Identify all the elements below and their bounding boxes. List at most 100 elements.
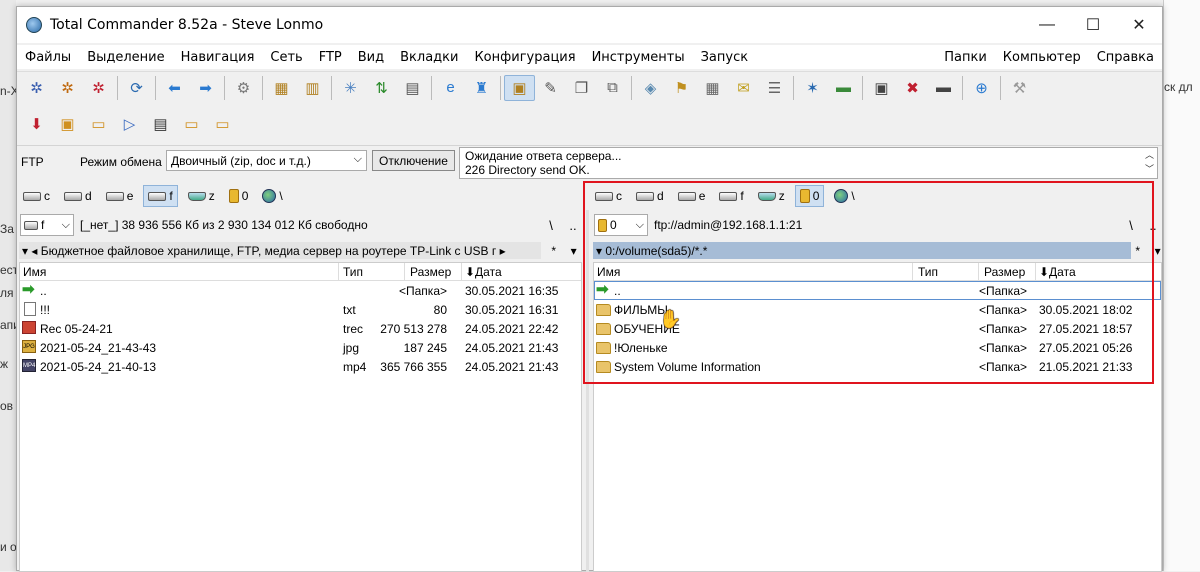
parent-button[interactable]: .. (562, 218, 584, 233)
move-file-button[interactable]: ⧉ (597, 75, 628, 101)
forward-button[interactable]: ➡ (190, 75, 221, 101)
log-scrollbar[interactable]: ︿ ﹀ (1142, 148, 1157, 178)
refresh-button[interactable]: ⟳ (121, 75, 152, 101)
drive-button-f[interactable]: f (143, 185, 178, 207)
drive-button-d[interactable]: d (632, 185, 668, 207)
select-button[interactable]: ✳ (335, 75, 366, 101)
drive-button-0[interactable]: 0 (225, 185, 253, 207)
view-file-button[interactable]: ▣ (504, 74, 535, 101)
globe-button[interactable]: ⊕ (966, 75, 997, 101)
notes-button[interactable]: ✉ (728, 75, 759, 101)
menu-view[interactable]: Вид (350, 50, 392, 65)
drive-button-d[interactable]: d (60, 185, 96, 207)
file-row[interactable]: System Volume Information <Папка> 21.05.20… (594, 357, 1161, 376)
back-button[interactable]: ⬅ (159, 75, 190, 101)
calc-button[interactable]: ▦ (697, 75, 728, 101)
drive-button-e[interactable]: e (102, 185, 138, 207)
col-size[interactable]: Размер (984, 265, 1025, 279)
history-dropdown[interactable]: ▾ (571, 244, 577, 258)
file-row[interactable]: Rec 05-24-21 trec 270 513 278 24.05.2021 22… (20, 319, 581, 338)
col-name[interactable]: Имя (23, 265, 46, 279)
drive-button-network[interactable]: \ (258, 185, 286, 207)
network-button[interactable]: ♜ (466, 75, 497, 101)
drive-button-f[interactable]: f (715, 185, 747, 207)
gear-button[interactable]: ⚙ (228, 75, 259, 101)
filter-button[interactable]: * (551, 244, 556, 258)
col-type[interactable]: Тип (343, 265, 363, 279)
wand-button[interactable]: ⚑ (666, 75, 697, 101)
disk-button[interactable]: ◈ (635, 75, 666, 101)
menu-tools[interactable]: Инструменты (584, 50, 693, 65)
history-dropdown[interactable]: ▾ (1155, 244, 1161, 258)
root-button[interactable]: \ (540, 218, 562, 233)
right-drive-select[interactable]: 0 ⌵ (594, 214, 648, 236)
play-button[interactable]: ▷ (114, 111, 145, 137)
drive-button-c[interactable]: c (591, 185, 626, 207)
menu-tabs[interactable]: Вкладки (392, 50, 466, 65)
panel-divider[interactable] (586, 210, 589, 572)
file-row[interactable]: !Юленьке <Папка> 27.05.2021 05:26 (594, 338, 1161, 357)
file-row[interactable]: !!! txt 80 30.05.2021 16:31 (20, 300, 581, 319)
copy-file-button[interactable]: ❐ (566, 75, 597, 101)
transfer-mode-select[interactable]: Двоичный (zip, doc и т.д.) ⌵ (166, 150, 367, 171)
file-row[interactable]: JPG 2021-05-24_21-43-43 jpg 187 245 24.05.20… (20, 338, 581, 357)
folder-button[interactable]: ▭ (176, 111, 207, 137)
maximize-button[interactable]: ☐ (1070, 7, 1116, 43)
col-type[interactable]: Тип (918, 265, 938, 279)
col-name[interactable]: Имя (597, 265, 620, 279)
open-folder-button[interactable]: ▭ (83, 111, 114, 137)
menu-folders[interactable]: Папки (936, 50, 995, 65)
disconnect-button[interactable]: Отключение (372, 150, 455, 171)
delete-button[interactable]: ✖ (897, 75, 928, 101)
dos-button[interactable]: ▤ (145, 111, 176, 137)
edit-file-button[interactable]: ✎ (535, 75, 566, 101)
monitor-button[interactable]: ▣ (866, 75, 897, 101)
list-button[interactable]: ☰ (759, 75, 790, 101)
download-button[interactable]: ⬇ (21, 111, 52, 137)
menu-ftp[interactable]: FTP (311, 50, 350, 65)
unpack-button[interactable]: ▥ (297, 75, 328, 101)
file-row[interactable]: MP4 2021-05-24_21-40-13 mp4 365 766 355 24.0… (20, 357, 581, 376)
title-bar[interactable]: Total Commander 8.52a - Steve Lonmo — ☐ … (17, 7, 1162, 43)
filter-button[interactable]: * (1135, 244, 1140, 258)
drive-button-network[interactable]: \ (830, 185, 858, 207)
tool-button[interactable]: ⚒ (1004, 75, 1035, 101)
archive-button[interactable]: ▣ (52, 111, 83, 137)
left-current-path[interactable]: ▾ ◂ Бюджетное файловое хранилище, FTP, м… (19, 242, 541, 259)
right-current-path[interactable]: ▾ 0:/volume(sda5)/*.* (593, 242, 1131, 259)
minimize-button[interactable]: — (1024, 7, 1070, 43)
menu-start[interactable]: Запуск (693, 50, 757, 65)
settings-blue-button[interactable]: ✲ (21, 75, 52, 101)
clipboard-button[interactable]: ▤ (397, 75, 428, 101)
file-row[interactable]: ➡.. <Папка> 30.05.2021 16:35 (20, 281, 581, 300)
drive-button-e[interactable]: e (674, 185, 710, 207)
menu-configuration[interactable]: Конфигурация (466, 50, 583, 65)
left-drive-select[interactable]: f ⌵ (20, 214, 74, 236)
col-size[interactable]: Размер (410, 265, 451, 279)
drive-button-0[interactable]: 0 (794, 185, 825, 207)
menu-files[interactable]: Файлы (17, 50, 79, 65)
menu-selection[interactable]: Выделение (79, 50, 172, 65)
compare-button[interactable]: ✶ (797, 75, 828, 101)
drive-button-z[interactable]: z (754, 185, 789, 207)
drive-button-c[interactable]: c (19, 185, 54, 207)
sync-button[interactable]: ▬ (828, 75, 859, 101)
folder-alt-button[interactable]: ▭ (207, 111, 238, 137)
root-button[interactable]: \ (1120, 218, 1142, 233)
terminal-button[interactable]: ▬ (928, 75, 959, 101)
settings-red-button[interactable]: ✲ (83, 75, 114, 101)
menu-computer[interactable]: Компьютер (995, 50, 1089, 65)
col-date[interactable]: ⬇Дата (1039, 265, 1076, 279)
menu-navigation[interactable]: Навигация (173, 50, 263, 65)
file-row[interactable]: ➡.. <Папка> (594, 281, 1161, 300)
pack-button[interactable]: ▦ (266, 75, 297, 101)
close-button[interactable]: ✕ (1116, 7, 1162, 43)
parent-button[interactable]: .. (1142, 218, 1164, 233)
menu-help[interactable]: Справка (1089, 50, 1162, 65)
col-date[interactable]: ⬇Дата (465, 265, 502, 279)
browser-button[interactable]: e (435, 75, 466, 101)
left-file-list[interactable]: Имя Тип Размер ⬇Дата ➡.. <Папка> 30.05.202… (19, 262, 582, 572)
drive-button-z[interactable]: z (184, 185, 219, 207)
sort-button[interactable]: ⇅ (366, 75, 397, 101)
menu-network[interactable]: Сеть (262, 50, 310, 65)
